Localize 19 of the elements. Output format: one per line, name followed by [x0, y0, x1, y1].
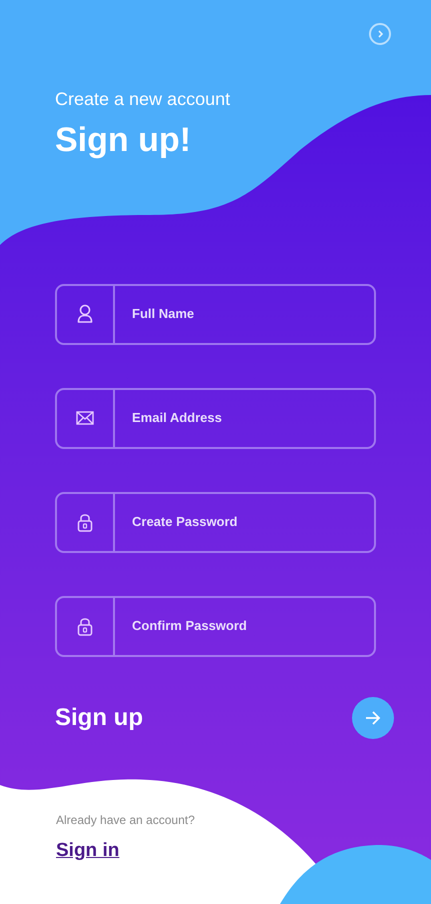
- account-prompt: Already have an account?: [56, 812, 196, 828]
- lock-icon: [77, 512, 93, 532]
- page-title: Sign up!: [55, 120, 191, 161]
- lock-icon: [77, 616, 93, 636]
- subtitle: Create a new account: [55, 88, 230, 111]
- input-field[interactable]: Email Address: [55, 388, 376, 448]
- sign-up-label: Sign up: [55, 702, 143, 732]
- text-input[interactable]: Confirm Password: [115, 598, 374, 654]
- text-input[interactable]: Full Name: [115, 286, 374, 342]
- mail-icon: [76, 411, 94, 425]
- input-field[interactable]: Confirm Password: [55, 596, 376, 656]
- submit-button[interactable]: [352, 696, 394, 738]
- text-input[interactable]: Create Password: [115, 494, 374, 550]
- person-icon: [77, 304, 93, 324]
- input-field[interactable]: Full Name: [55, 284, 376, 344]
- input-field[interactable]: Create Password: [55, 492, 376, 552]
- sign-in-link[interactable]: Sign in: [56, 836, 120, 865]
- text-input[interactable]: Email Address: [115, 390, 374, 446]
- arrow-icon: [364, 710, 382, 726]
